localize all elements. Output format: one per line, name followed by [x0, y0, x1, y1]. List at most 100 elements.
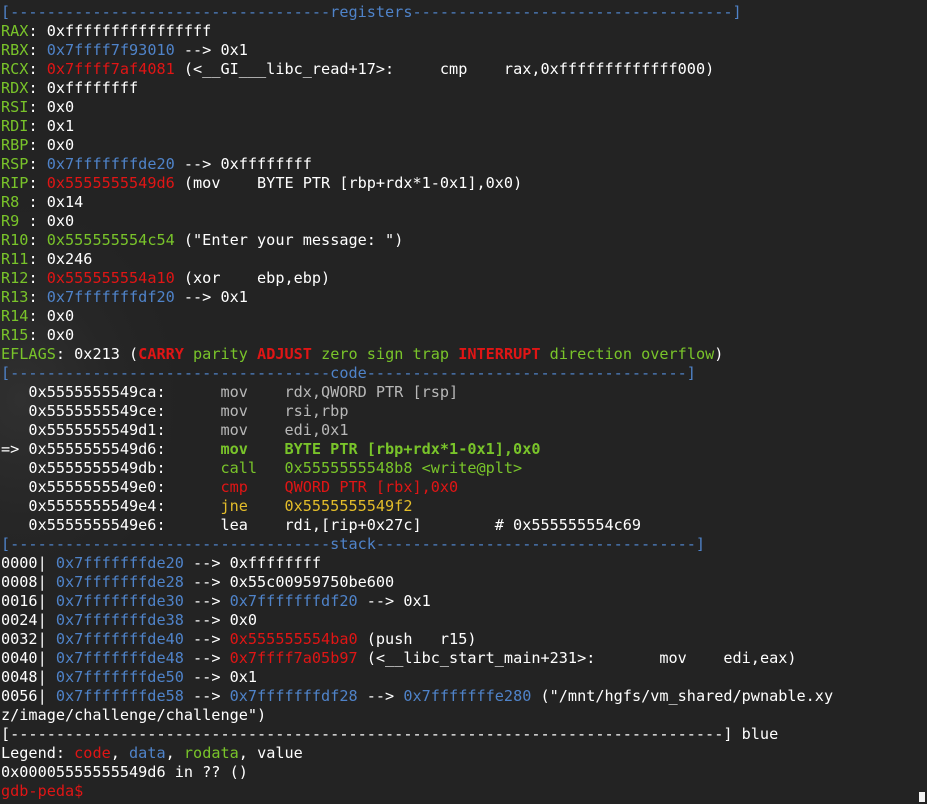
- terminal-line: 0024| 0x7fffffffde38 --> 0x0: [1, 611, 833, 630]
- text-segment: Legend:: [1, 744, 75, 762]
- text-segment: : 0xffffffffffffffff: [28, 22, 212, 40]
- text-segment: 0x555555554c54: [46, 231, 175, 249]
- text-segment: 0x555555554a10: [46, 269, 175, 287]
- terminal-line: 0x5555555549d1: mov edi,0x1: [1, 421, 833, 440]
- text-segment: : 0x1: [28, 117, 75, 135]
- text-segment: 0x5555555549e6: lea rdi,[rip+0x27c] # 0x…: [1, 516, 642, 534]
- text-segment: zero sign trap: [311, 345, 459, 363]
- terminal-line: z/image/challenge/challenge"): [1, 706, 833, 725]
- terminal-line: [-----------------------------------code…: [1, 364, 833, 383]
- text-segment: [---------------------------------------…: [1, 725, 779, 743]
- text-segment: :: [28, 174, 47, 192]
- terminal-line: RAX: 0xffffffffffffffff: [1, 22, 833, 41]
- text-segment: : 0x0: [28, 326, 75, 344]
- terminal-line: R9 : 0x0: [1, 212, 833, 231]
- text-segment: --> 0x0: [183, 611, 258, 629]
- text-segment: :: [28, 41, 47, 59]
- terminal-line: [---------------------------------------…: [1, 725, 833, 744]
- text-segment: RDX: [1, 79, 29, 97]
- text-segment: :: [28, 60, 47, 78]
- text-segment: 0x7ffff7a05b97: [229, 649, 358, 667]
- terminal-window[interactable]: [-----------------------------------regi…: [0, 0, 927, 804]
- text-segment: RIP: [1, 174, 29, 192]
- text-segment: mov rsi,rbp: [220, 402, 349, 420]
- text-segment: 0x7fffffffde38: [55, 611, 184, 629]
- terminal-line: 0016| 0x7fffffffde30 --> 0x7fffffffdf20 …: [1, 592, 833, 611]
- text-segment: 0x7fffffffe280: [403, 687, 532, 705]
- text-segment: : 0x14: [28, 193, 84, 211]
- terminal-line: R11: 0x246: [1, 250, 833, 269]
- text-segment: -->: [183, 649, 230, 667]
- terminal-line: RBP: 0x0: [1, 136, 833, 155]
- text-segment: 0x7ffff7af4081: [46, 60, 175, 78]
- terminal-line: RBX: 0x7ffff7f93010 --> 0x1: [1, 41, 833, 60]
- terminal-line: => 0x5555555549d6: mov BYTE PTR [rbp+rdx…: [1, 440, 833, 459]
- text-segment: 0x5555555549ce:: [1, 402, 221, 420]
- text-segment: 0x7fffffffde20: [55, 554, 184, 572]
- text-segment: RCX: [1, 60, 29, 78]
- text-segment: 0x5555555549ca:: [1, 383, 221, 401]
- text-segment: 0x7fffffffde50: [55, 668, 184, 686]
- text-segment: 0x7fffffffdf20: [229, 592, 358, 610]
- text-segment: code: [330, 364, 367, 382]
- text-segment: -----------------------------------]: [412, 3, 742, 21]
- text-segment: 0032|: [1, 630, 56, 648]
- text-segment: R15: [1, 326, 29, 344]
- text-segment: , value: [238, 744, 303, 762]
- terminal-line: 0000| 0x7fffffffde20 --> 0xffffffff: [1, 554, 833, 573]
- text-segment: (push r15): [357, 630, 477, 648]
- text-segment: [-----------------------------------: [1, 3, 331, 21]
- text-segment: 0x555555554ba0: [229, 630, 358, 648]
- text-segment: 0x7ffff7f93010: [46, 41, 175, 59]
- text-segment: 0x7fffffffde20: [46, 155, 175, 173]
- terminal-line: RIP: 0x5555555549d6 (mov BYTE PTR [rbp+r…: [1, 174, 833, 193]
- terminal-line: 0x5555555549ce: mov rsi,rbp: [1, 402, 833, 421]
- text-segment: 0008|: [1, 573, 56, 591]
- text-segment: -->: [183, 630, 230, 648]
- text-segment: CARRY: [138, 345, 184, 363]
- text-segment: -->: [357, 687, 404, 705]
- terminal-line: 0x5555555549e0: cmp QWORD PTR [rbx],0x0: [1, 478, 833, 497]
- text-segment: jne 0x5555555549f2: [220, 497, 413, 515]
- text-segment: RBP: [1, 136, 29, 154]
- text-segment: 0x5555555549d6: [46, 174, 175, 192]
- terminal-line: 0048| 0x7fffffffde50 --> 0x1: [1, 668, 833, 687]
- text-segment: 0x7fffffffdf28: [229, 687, 358, 705]
- text-segment: : 0x213 (: [55, 345, 139, 363]
- terminal-line: RSP: 0x7fffffffde20 --> 0xffffffff: [1, 155, 833, 174]
- text-segment: 0024|: [1, 611, 56, 629]
- text-segment: (mov BYTE PTR [rbp+rdx*1-0x1],0x0): [174, 174, 523, 192]
- text-segment: -----------------------------------]: [366, 364, 696, 382]
- text-segment: ADJUST: [257, 345, 312, 363]
- terminal-line: R14: 0x0: [1, 307, 833, 326]
- text-segment: R10: [1, 231, 29, 249]
- terminal-line: 0056| 0x7fffffffde58 --> 0x7fffffffdf28 …: [1, 687, 833, 706]
- text-segment: R8: [1, 193, 29, 211]
- text-segment: 0x5555555549e4:: [1, 497, 221, 515]
- text-segment: :: [28, 288, 47, 306]
- gdb-prompt-line[interactable]: gdb-peda$: [1, 782, 833, 801]
- terminal-line: RDX: 0xffffffff: [1, 79, 833, 98]
- text-segment: --> 0xffffffff: [183, 554, 322, 572]
- text-segment: -----------------------------------]: [375, 535, 706, 553]
- text-segment: RSP: [1, 155, 29, 173]
- terminal-line: 0x5555555549e6: lea rdi,[rip+0x27c] # 0x…: [1, 516, 833, 535]
- text-segment: [-----------------------------------: [1, 535, 331, 553]
- text-segment: stack: [330, 535, 376, 553]
- terminal-line: Legend: code, data, rodata, value: [1, 744, 833, 763]
- text-segment: EFLAGS: [1, 345, 56, 363]
- terminal-line: R12: 0x555555554a10 (xor ebp,ebp): [1, 269, 833, 288]
- text-segment: 0x7fffffffde30: [55, 592, 184, 610]
- text-segment: R11: [1, 250, 29, 268]
- terminal-line: R8 : 0x14: [1, 193, 833, 212]
- text-segment: --> 0x1: [357, 592, 431, 610]
- cursor-block: [919, 792, 925, 802]
- text-segment: cmp QWORD PTR [rbx],0x0: [220, 478, 459, 496]
- text-segment: (xor ebp,ebp): [174, 269, 331, 287]
- terminal-line: 0x5555555549db: call 0x5555555548b8 <wri…: [1, 459, 833, 478]
- terminal-line: [-----------------------------------regi…: [1, 3, 833, 22]
- text-segment: registers: [330, 3, 413, 21]
- text-segment: (<__GI___libc_read+17>: cmp rax,0xffffff…: [174, 60, 715, 78]
- text-segment: 0048|: [1, 668, 56, 686]
- text-segment: gdb-peda$: [1, 782, 84, 800]
